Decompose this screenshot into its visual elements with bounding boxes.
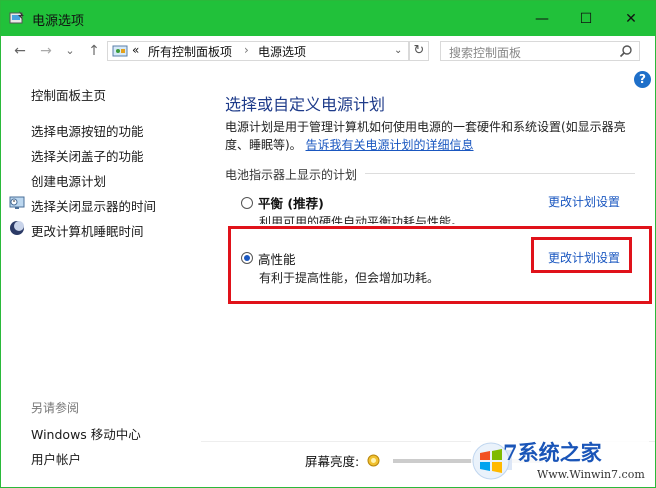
see-also-heading: 另请参阅 [31, 401, 80, 415]
address-chevron[interactable]: « [132, 43, 139, 57]
title-bar: 电源选项 — ☐ ✕ [1, 1, 655, 36]
breadcrumb-all-items[interactable]: 所有控制面板项 [148, 43, 232, 60]
high-performance-plan-radio[interactable] [241, 252, 253, 264]
search-input[interactable]: 搜索控制面板 [440, 41, 640, 61]
refresh-button[interactable]: ↻ [409, 41, 429, 61]
brightness-label: 屏幕亮度: [305, 454, 360, 469]
breadcrumb-separator[interactable]: › [244, 43, 249, 57]
address-toolbar: ← → ⌄ ↑ « 所有控制面板项 › 电源选项 ⌄ ↻ 搜索控制面板 [1, 36, 655, 66]
up-button[interactable]: ↑ [85, 42, 103, 60]
control-panel-icon [112, 45, 128, 57]
section-label: 电池指示器上显示的计划 [225, 168, 358, 182]
power-plan-help-link[interactable]: 告诉我有关电源计划的详细信息 [306, 138, 474, 152]
balanced-change-settings-link[interactable]: 更改计划设置 [548, 193, 620, 210]
sidebar-item-lid[interactable]: 选择关闭盖子的功能 [31, 146, 144, 165]
search-placeholder: 搜索控制面板 [449, 46, 522, 60]
back-button[interactable]: ← [11, 42, 29, 60]
balanced-plan-name[interactable]: 平衡 (推荐) [258, 193, 324, 212]
page-title: 选择或自定义电源计划 [225, 95, 386, 114]
power-options-window: 电源选项 — ☐ ✕ ← → ⌄ ↑ « 所有控制面板项 › 电源选项 ⌄ ↻ … [0, 0, 656, 488]
minimize-button[interactable]: — [519, 1, 565, 36]
moon-icon [10, 221, 24, 235]
section-divider [365, 173, 635, 174]
search-icon[interactable] [619, 44, 633, 58]
display-icon [9, 196, 25, 209]
sidebar-item-power-button[interactable]: 选择电源按钮的功能 [31, 121, 144, 140]
sidebar-item-display-off[interactable]: 选择关闭显示器的时间 [31, 196, 156, 215]
power-options-icon [9, 11, 24, 24]
address-dropdown-icon[interactable]: ⌄ [394, 45, 402, 56]
maximize-button[interactable]: ☐ [563, 1, 609, 36]
high-performance-change-settings-link[interactable]: 更改计划设置 [548, 249, 620, 266]
watermark: 7系统之家 Www.Winwin7.com [471, 435, 649, 485]
balanced-plan-radio[interactable] [241, 197, 253, 209]
watermark-text: 7系统之家 [503, 440, 602, 465]
high-performance-plan-name[interactable]: 高性能 [258, 249, 296, 268]
see-also-user-accounts[interactable]: 用户帐户 [31, 449, 81, 468]
window-title: 电源选项 [32, 14, 85, 29]
page-description: 电源计划是用于管理计算机如何使用电源的一套硬件和系统设置(如显示器亮度、睡眠等)… [225, 118, 630, 154]
close-button[interactable]: ✕ [608, 1, 654, 36]
breadcrumb-power-options[interactable]: 电源选项 [258, 43, 306, 60]
high-performance-plan-description: 有利于提高性能，但会增加功耗。 [259, 271, 440, 285]
balanced-plan-description: 利用可用的硬件自动平衡功耗与性能。 [259, 215, 464, 224]
sidebar-item-create-plan[interactable]: 创建电源计划 [31, 171, 106, 190]
address-bar[interactable]: « 所有控制面板项 › 电源选项 ⌄ [107, 41, 409, 61]
sun-icon [367, 454, 380, 467]
watermark-url: Www.Winwin7.com [537, 468, 645, 481]
forward-button[interactable]: → [37, 42, 55, 60]
recent-locations-button[interactable]: ⌄ [61, 42, 79, 60]
see-also-mobility-center[interactable]: Windows 移动中心 [31, 424, 141, 443]
help-icon[interactable]: ? [634, 71, 651, 88]
sidebar-control-panel-home[interactable]: 控制面板主页 [31, 85, 106, 104]
sidebar-item-sleep-time[interactable]: 更改计算机睡眠时间 [31, 221, 144, 240]
